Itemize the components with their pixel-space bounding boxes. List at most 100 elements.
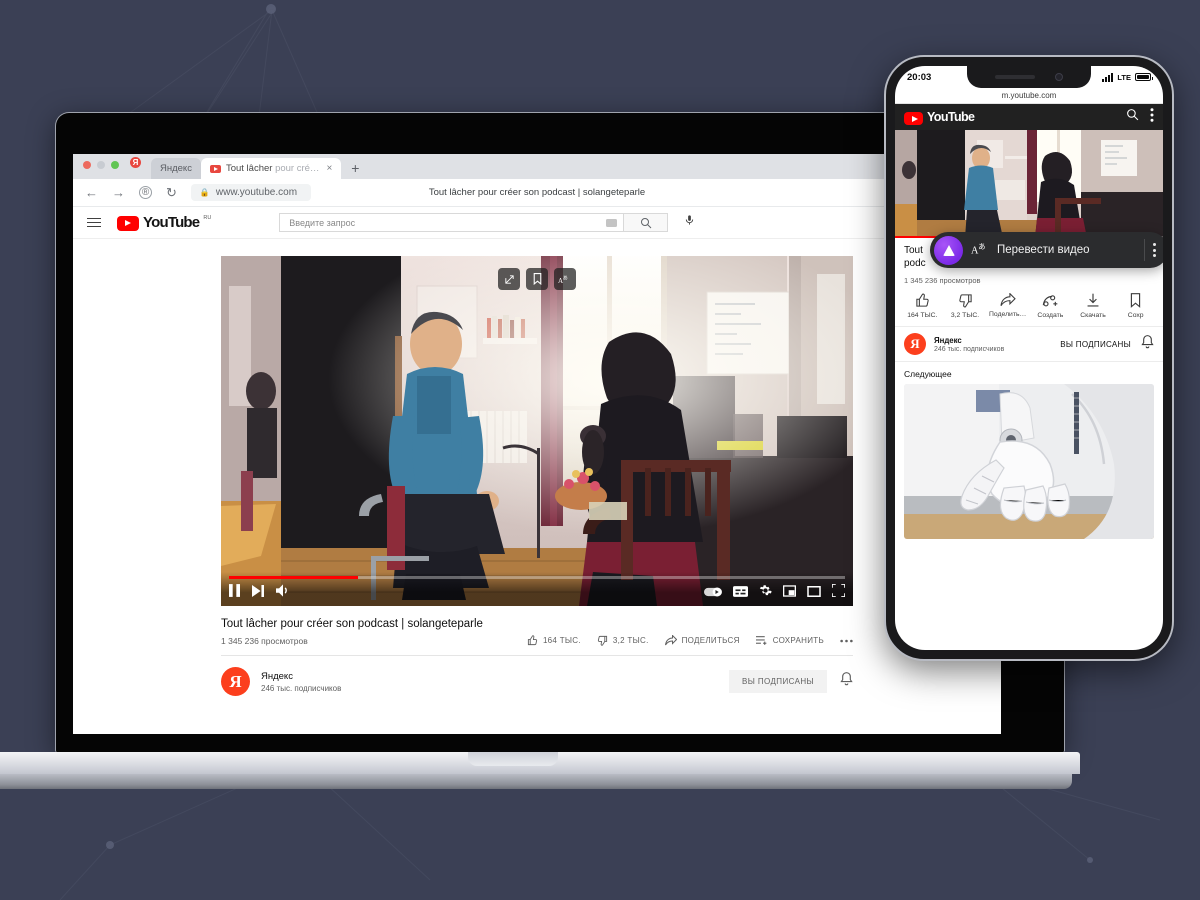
- mobile-like-button[interactable]: 164 ТЫС.: [901, 293, 944, 319]
- mobile-save-button[interactable]: Сохр: [1114, 293, 1157, 319]
- mobile-video-player[interactable]: [895, 130, 1163, 238]
- browser-tab-yandex[interactable]: Яндекс: [151, 158, 201, 179]
- more-dots-icon[interactable]: [840, 639, 853, 643]
- notification-bell-icon[interactable]: [1141, 334, 1154, 354]
- theater-mode-icon[interactable]: [807, 584, 821, 602]
- mobile-share-button[interactable]: Поделить…: [986, 293, 1029, 319]
- svg-text:A: A: [558, 277, 563, 285]
- laptop-base-notch: [467, 752, 558, 766]
- youtube-wordmark: YouTube: [927, 110, 975, 124]
- laptop-screen: Я Яндекс Tout lâcher pour cré… × + ← → ®…: [73, 154, 1001, 734]
- network-type: LTE: [1117, 72, 1131, 82]
- close-window-button[interactable]: [83, 161, 91, 169]
- next-video-thumbnail[interactable]: [904, 384, 1154, 539]
- locale-superscript: RU: [203, 215, 212, 221]
- close-tab-button[interactable]: ×: [326, 163, 332, 174]
- save-button[interactable]: Сохранить: [755, 635, 824, 646]
- mobile-download-button[interactable]: Скачать: [1072, 293, 1115, 319]
- channel-name[interactable]: Яндекс: [934, 336, 1004, 345]
- new-tab-button[interactable]: +: [341, 160, 369, 179]
- settings-gear-icon[interactable]: [759, 584, 772, 602]
- pause-icon[interactable]: [229, 584, 240, 602]
- mobile-video-meta: Tout podc 1 345 236 просмотров Aあ Перевес…: [895, 232, 1163, 285]
- kebab-menu-icon[interactable]: [1145, 243, 1163, 257]
- url-input[interactable]: 🔒 www.youtube.com: [190, 184, 312, 201]
- youtube-favicon-icon: [209, 164, 221, 173]
- browser-tab-youtube[interactable]: Tout lâcher pour cré… ×: [200, 158, 342, 179]
- dislike-button[interactable]: 3,2 тыс.: [597, 635, 649, 646]
- forward-button[interactable]: →: [112, 186, 125, 199]
- autoplay-toggle-icon[interactable]: [704, 584, 722, 602]
- share-external-icon[interactable]: [498, 268, 520, 290]
- thumbs-down-icon: [597, 635, 607, 646]
- avatar[interactable]: Я: [904, 333, 926, 355]
- phone-screen: 20:03 LTE m.youtube.com YouTube Tout pod…: [895, 66, 1163, 650]
- earpiece-speaker: [995, 75, 1035, 79]
- miniplayer-icon[interactable]: [783, 584, 796, 602]
- fullscreen-icon[interactable]: [831, 583, 846, 602]
- subscribe-button[interactable]: Вы подписаны: [729, 670, 827, 693]
- youtube-wordmark: YouTube: [143, 214, 200, 231]
- laptop-base: [0, 752, 1080, 792]
- back-button[interactable]: ←: [85, 186, 98, 199]
- save-playlist-icon: [755, 636, 767, 645]
- subscribe-button[interactable]: ВЫ ПОДПИСАНЫ: [1060, 340, 1131, 349]
- next-icon[interactable]: [252, 584, 264, 602]
- youtube-watch-page: Aあ Tout lâcher pour créer son podcast | …: [73, 256, 1001, 734]
- video-action-buttons[interactable]: 164 тыс. 3,2 тыс. Поделиться Сохран: [527, 635, 853, 646]
- search-icon[interactable]: [1126, 108, 1139, 126]
- like-button[interactable]: 164 тыс.: [527, 635, 581, 646]
- signal-bars-icon: [1102, 72, 1114, 82]
- phone-device: 20:03 LTE m.youtube.com YouTube Tout pod…: [884, 55, 1174, 661]
- hamburger-icon[interactable]: [87, 217, 101, 228]
- reload-button[interactable]: ↻: [166, 186, 177, 199]
- youtube-play-icon: [904, 111, 923, 125]
- svg-text:あ: あ: [563, 276, 568, 282]
- notification-bell-icon[interactable]: [840, 672, 853, 691]
- like-count: 164 тыс.: [542, 636, 581, 645]
- volume-icon[interactable]: [276, 584, 290, 602]
- search-placeholder: Введите запрос: [289, 217, 356, 228]
- save-icon: [1131, 293, 1141, 308]
- search-button[interactable]: [624, 213, 669, 232]
- mobile-create-button[interactable]: Создать: [1029, 293, 1072, 319]
- mobile-video-frame: [895, 130, 1163, 238]
- keyboard-icon[interactable]: [606, 218, 618, 227]
- channel-name[interactable]: Яндекс: [261, 671, 341, 682]
- translate-icon[interactable]: Aあ: [554, 268, 576, 290]
- player-overlay-buttons[interactable]: Aあ: [498, 268, 576, 290]
- minimize-window-button[interactable]: [97, 161, 105, 169]
- robot-hand-image: [904, 384, 1154, 539]
- phone-url-bar[interactable]: m.youtube.com: [895, 88, 1163, 104]
- progress-bar[interactable]: [229, 576, 845, 579]
- lock-icon: 🔒: [199, 188, 210, 197]
- account-icon[interactable]: ®: [139, 186, 152, 199]
- video-player[interactable]: Aあ: [221, 256, 853, 606]
- thumbs-down-icon: [958, 294, 972, 308]
- mobile-view-count: 1 345 236 просмотров: [904, 276, 981, 285]
- translate-icon: Aあ: [971, 240, 990, 260]
- phone-notch: [967, 66, 1091, 88]
- search-area: Введите запрос: [279, 213, 695, 232]
- mobile-dislike-button[interactable]: 3,2 ТЫС.: [944, 293, 987, 319]
- player-controls[interactable]: [221, 572, 853, 606]
- youtube-header: YouTube RU Введите запрос: [73, 207, 1001, 239]
- window-traffic-lights[interactable]: Я: [81, 157, 151, 179]
- page-title: Tout lâcher pour créer son podcast | sol…: [428, 187, 646, 198]
- kebab-menu-icon[interactable]: [1150, 107, 1154, 127]
- maximize-window-button[interactable]: [111, 161, 119, 169]
- avatar[interactable]: Я: [221, 667, 250, 696]
- video-frame: [221, 256, 853, 606]
- microphone-icon[interactable]: [684, 213, 695, 232]
- translate-video-banner[interactable]: Aあ Перевести видео: [930, 232, 1163, 268]
- yandex-notification-badge[interactable]: Я: [130, 157, 141, 168]
- bookmark-icon[interactable]: [526, 268, 548, 290]
- share-button[interactable]: Поделиться: [664, 635, 740, 646]
- search-input[interactable]: Введите запрос: [279, 213, 625, 232]
- meta-divider: [221, 655, 853, 656]
- youtube-logo[interactable]: YouTube RU: [117, 214, 211, 231]
- mobile-action-row[interactable]: 164 ТЫС. 3,2 ТЫС. Поделить… Создать Скач…: [895, 285, 1163, 326]
- dislike-count: 3,2 тыс.: [612, 636, 649, 645]
- subtitles-icon[interactable]: [733, 584, 748, 602]
- share-label: Поделиться: [681, 636, 740, 645]
